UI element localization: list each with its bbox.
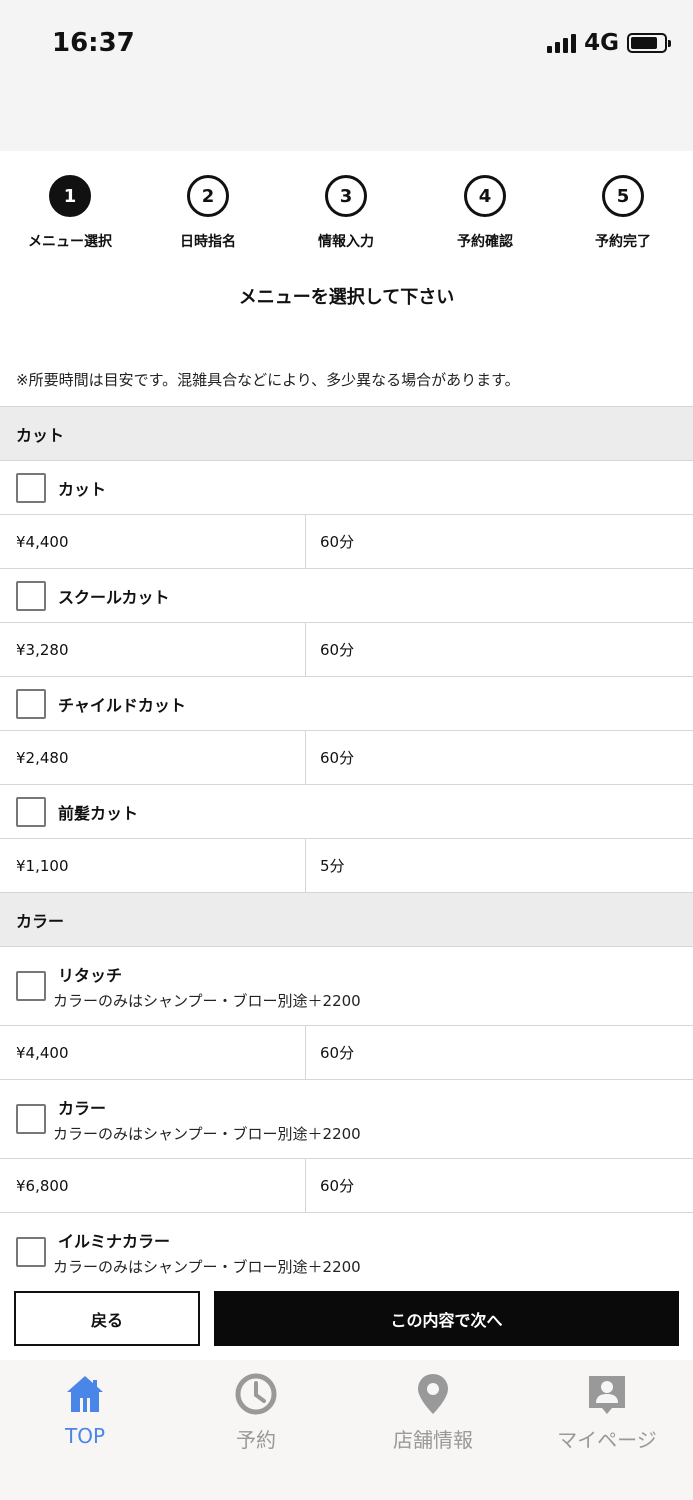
page-title: メニューを選択して下さい <box>238 287 455 308</box>
tab-top[interactable]: TOP <box>10 1372 160 1448</box>
action-bar: 戻る この内容で次へ <box>0 1275 693 1360</box>
tab-bar: TOP 予約 店舗情報 マイページ <box>0 1360 693 1500</box>
menu-item-note: カラーのみはシャンプー・ブロー別途＋2200 <box>53 991 361 1010</box>
home-icon <box>67 1376 103 1412</box>
menu-item-name: カット <box>58 479 107 499</box>
tab-label: TOP <box>64 1424 106 1448</box>
menu-duration: 60分 <box>320 533 355 551</box>
back-button[interactable]: 戻る <box>14 1291 200 1346</box>
network-type: 4G <box>584 30 619 56</box>
step-number: 5 <box>602 175 644 217</box>
menu-price-row: ¥1,100 5分 <box>0 839 693 893</box>
menu-price: ¥3,280 <box>0 623 306 676</box>
tab-label: 店舗情報 <box>393 1428 473 1452</box>
menu-duration: 60分 <box>320 749 355 767</box>
menu-item[interactable]: チャイルドカット <box>0 677 693 731</box>
step-label: 予約確認 <box>457 234 513 250</box>
tab-mypage[interactable]: マイページ <box>532 1372 682 1453</box>
step-3: 3 情報入力 <box>286 175 406 251</box>
map-pin-icon <box>418 1374 448 1414</box>
tab-label: マイページ <box>557 1428 657 1452</box>
menu-checkbox[interactable] <box>16 971 46 1001</box>
clock-icon <box>235 1373 277 1415</box>
step-indicator: 1 メニュー選択 2 日時指名 3 情報入力 4 予約確認 5 予約完了 <box>0 175 693 260</box>
duration-notice: ※所要時間は目安です。混雑具合などにより、多少異なる場合があります。 <box>16 371 520 389</box>
menu-item-name: スクールカット <box>58 587 170 607</box>
menu-checkbox[interactable] <box>16 580 46 611</box>
menu-price: ¥4,400 <box>0 515 306 568</box>
tab-store-info[interactable]: 店舗情報 <box>358 1372 508 1453</box>
menu-duration: 5分 <box>320 857 345 875</box>
menu-checkbox[interactable] <box>16 688 46 719</box>
step-number: 1 <box>49 175 91 217</box>
menu-item-name: イルミナカラー <box>58 1231 171 1251</box>
battery-icon <box>627 33 671 53</box>
menu-checkbox[interactable] <box>16 472 46 503</box>
menu-item[interactable]: 前髪カット <box>0 785 693 839</box>
step-label: 日時指名 <box>180 234 236 250</box>
step-label: メニュー選択 <box>28 234 112 250</box>
menu-list[interactable]: カット カット ¥4,400 60分 スクールカット ¥3,280 60分 チャ… <box>0 406 693 1275</box>
next-button[interactable]: この内容で次へ <box>214 1291 679 1346</box>
step-4: 4 予約確認 <box>425 175 545 251</box>
menu-item[interactable]: カラー カラーのみはシャンプー・ブロー別途＋2200 <box>0 1080 693 1159</box>
step-number: 2 <box>187 175 229 217</box>
menu-item-note: カラーのみはシャンプー・ブロー別途＋2200 <box>53 1257 361 1276</box>
menu-item[interactable]: スクールカット <box>0 569 693 623</box>
menu-item-name: カラー <box>58 1098 107 1118</box>
menu-checkbox[interactable] <box>16 1237 46 1267</box>
signal-icon <box>547 33 577 53</box>
step-label: 情報入力 <box>318 234 374 250</box>
menu-item[interactable]: イルミナカラー カラーのみはシャンプー・ブロー別途＋2200 <box>0 1213 693 1275</box>
menu-item-note: カラーのみはシャンプー・ブロー別途＋2200 <box>53 1124 361 1143</box>
menu-price: ¥2,480 <box>0 731 306 784</box>
menu-price: ¥1,100 <box>0 839 306 892</box>
menu-item-name: 前髪カット <box>58 803 139 823</box>
menu-item-name: チャイルドカット <box>58 695 186 715</box>
menu-checkbox[interactable] <box>16 796 46 827</box>
menu-price-row: ¥2,480 60分 <box>0 731 693 785</box>
step-number: 3 <box>325 175 367 217</box>
status-indicators: 4G <box>547 30 671 56</box>
menu-duration: 60分 <box>320 641 355 659</box>
category-header: カット <box>0 407 693 461</box>
tab-reservation[interactable]: 予約 <box>181 1372 331 1453</box>
menu-price: ¥4,400 <box>0 1026 306 1079</box>
menu-item[interactable]: リタッチ カラーのみはシャンプー・ブロー別途＋2200 <box>0 947 693 1026</box>
menu-duration: 60分 <box>320 1177 355 1195</box>
menu-price: ¥6,800 <box>0 1159 306 1212</box>
step-1: 1 メニュー選択 <box>10 175 130 251</box>
tab-label: 予約 <box>236 1428 276 1452</box>
menu-price-row: ¥4,400 60分 <box>0 515 693 569</box>
step-2: 2 日時指名 <box>148 175 268 251</box>
status-time: 16:37 <box>52 28 135 58</box>
status-bar: 16:37 4G <box>0 0 693 151</box>
step-label: 予約完了 <box>595 234 651 250</box>
step-5: 5 予約完了 <box>563 175 683 251</box>
step-number: 4 <box>464 175 506 217</box>
category-header: カラー <box>0 893 693 947</box>
menu-duration: 60分 <box>320 1044 355 1062</box>
menu-item-name: リタッチ <box>58 965 123 985</box>
menu-item[interactable]: カット <box>0 461 693 515</box>
menu-checkbox[interactable] <box>16 1104 46 1134</box>
menu-price-row: ¥3,280 60分 <box>0 623 693 677</box>
menu-price-row: ¥4,400 60分 <box>0 1026 693 1080</box>
menu-price-row: ¥6,800 60分 <box>0 1159 693 1213</box>
profile-icon <box>589 1376 625 1414</box>
